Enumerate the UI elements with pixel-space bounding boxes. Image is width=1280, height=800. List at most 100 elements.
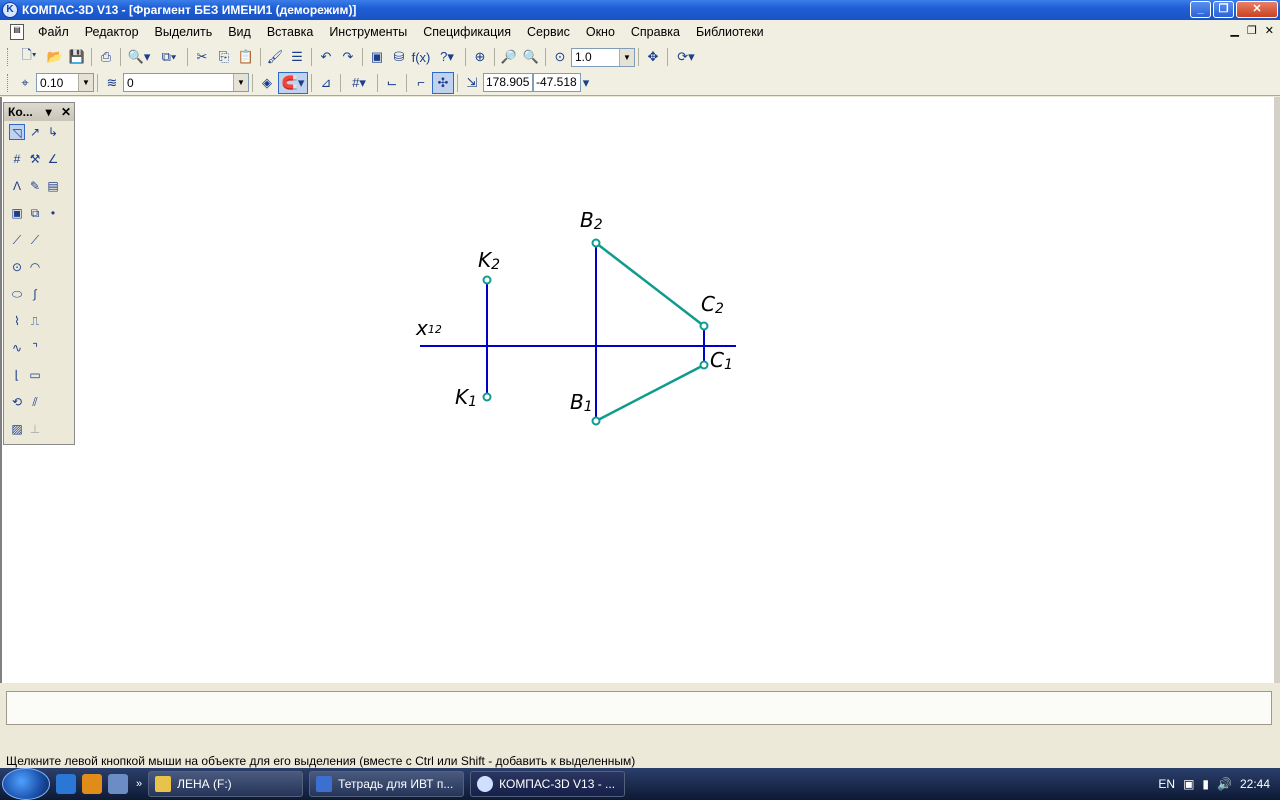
editing-icon[interactable]: #	[9, 151, 25, 167]
variables-icon[interactable]: f(x)	[410, 46, 432, 68]
equidistant-tool-icon[interactable]: ⟲	[9, 394, 25, 410]
chevron-down-icon[interactable]: ▼	[619, 48, 634, 66]
volume-icon[interactable]: 🔊	[1217, 777, 1232, 791]
zoom-out-icon[interactable]: 🔍	[520, 46, 542, 68]
coord-x-field[interactable]: 178.905	[483, 73, 533, 92]
copy-icon[interactable]: ⎘	[213, 46, 235, 68]
language-indicator[interactable]: EN	[1158, 777, 1175, 791]
paste-icon[interactable]: 📋	[235, 46, 257, 68]
menu-libraries[interactable]: Библиотеки	[688, 20, 772, 44]
menu-select[interactable]: Выделить	[147, 20, 221, 44]
parametrization-icon[interactable]: ⚒	[27, 151, 43, 167]
maximize-button[interactable]: ❐	[1213, 1, 1234, 18]
view-icon[interactable]: ▣	[9, 205, 25, 221]
select-icon[interactable]: Λ	[9, 178, 25, 194]
notation-icon[interactable]: ↳	[45, 124, 61, 140]
report-icon[interactable]: ▤	[45, 178, 61, 194]
library-manager-icon[interactable]: ⛁	[388, 46, 410, 68]
spec-icon[interactable]: ✎	[27, 178, 43, 194]
ortho-icon[interactable]: ⊿	[315, 72, 337, 94]
menu-help[interactable]: Справка	[623, 20, 688, 44]
fillet-tool-icon[interactable]: ⌊	[9, 367, 25, 383]
doc-minimize-icon[interactable]: ▁	[1230, 24, 1238, 37]
pan-icon[interactable]: ✥	[642, 46, 664, 68]
format-brush-icon[interactable]: 🖌	[264, 46, 286, 68]
chevron-down-icon[interactable]: ▼	[78, 74, 93, 91]
spline-tool-icon[interactable]: ∫	[27, 286, 43, 302]
close-icon[interactable]: ✕	[61, 105, 71, 119]
toolbar-grip[interactable]	[7, 73, 11, 92]
segment-tool-icon[interactable]: ⟋	[9, 232, 25, 248]
battery-icon[interactable]: ▮	[1202, 777, 1209, 791]
hatch-tool-icon[interactable]: ⫽	[27, 394, 43, 410]
doc-restore-icon[interactable]: ❐	[1247, 24, 1257, 37]
task-word[interactable]: Тетрадь для ИВТ п...	[309, 771, 465, 797]
fill-tool-icon[interactable]: ▨	[9, 421, 25, 437]
orthogonal-mode-icon[interactable]: ⌐	[410, 72, 432, 94]
print-preview-icon[interactable]: 🔍▾	[124, 46, 154, 68]
start-button[interactable]	[2, 768, 50, 800]
polyline-tool-icon[interactable]: ⌇	[9, 313, 25, 329]
ellipse-tool-icon[interactable]: ⬭	[9, 286, 25, 302]
zoom-scale-icon[interactable]: ⊙	[549, 46, 571, 68]
chevron-down-icon[interactable]: ▼	[233, 74, 248, 91]
media-player-icon[interactable]	[82, 774, 102, 794]
manager-icon[interactable]: ⧉▾	[154, 46, 184, 68]
auxiliary-line-icon[interactable]: ⟋	[27, 232, 43, 248]
coord-y-field[interactable]: -47.518	[533, 73, 581, 92]
document-icon[interactable]: ▤	[10, 24, 24, 40]
contour-tool-icon[interactable]: ⎍	[27, 313, 43, 329]
undo-icon[interactable]: ↶	[315, 46, 337, 68]
redo-icon[interactable]: ↷	[337, 46, 359, 68]
measure-icon[interactable]: ∠	[45, 151, 61, 167]
open-folder-icon[interactable]: 📂	[44, 46, 66, 68]
cursor-step-icon[interactable]: ⌖	[14, 72, 36, 94]
geometry-icon[interactable]: ◹	[9, 124, 25, 140]
tree-icon[interactable]: ▣	[366, 46, 388, 68]
snap-magnet-icon[interactable]: 🧲▾	[278, 71, 308, 94]
print-icon[interactable]: ⎙	[95, 46, 117, 68]
toolbar-overflow-icon[interactable]: ▾	[581, 72, 591, 94]
drawing-canvas[interactable]: x12 K2 K1 B2 B1 C2 C1	[0, 97, 1280, 683]
grid-icon[interactable]: #▾	[344, 72, 374, 94]
menu-file[interactable]: Файл	[30, 20, 77, 44]
network-icon[interactable]: ▣	[1183, 777, 1194, 791]
close-button[interactable]: ✕	[1236, 1, 1278, 18]
zoom-combo[interactable]: 1.0 ▼	[571, 47, 635, 67]
help-pointer-icon[interactable]: ?▾	[432, 46, 462, 68]
clock[interactable]: 22:44	[1240, 777, 1270, 791]
style-icon[interactable]: ◈	[256, 72, 278, 94]
chevron-right-icon[interactable]: »	[136, 778, 142, 790]
menu-service[interactable]: Сервис	[519, 20, 578, 44]
menu-specification[interactable]: Спецификация	[415, 20, 519, 44]
layers-icon[interactable]: ≋	[101, 72, 123, 94]
step-combo[interactable]: 0.10 ▼	[36, 73, 94, 92]
zoom-in-icon[interactable]: 🔎	[498, 46, 520, 68]
property-bar[interactable]	[6, 691, 1272, 725]
panel-header[interactable]: Ко... ▾ ✕	[4, 103, 74, 121]
minimize-button[interactable]: _	[1190, 1, 1211, 18]
properties-icon[interactable]: ☰	[286, 46, 308, 68]
desktop-icon[interactable]	[108, 774, 128, 794]
toolbar-grip[interactable]	[7, 48, 11, 66]
fragment-icon[interactable]: ⧉	[27, 205, 43, 221]
save-icon[interactable]: 💾	[66, 46, 88, 68]
arc-tool-icon[interactable]: ◠	[27, 259, 43, 275]
chamfer-tool-icon[interactable]: ⌝	[27, 340, 43, 356]
curve-tool-icon[interactable]: ∿	[9, 340, 25, 356]
task-kompas[interactable]: КОМПАС-3D V13 - ...	[470, 771, 626, 797]
menu-window[interactable]: Окно	[578, 20, 623, 44]
zoom-window-icon[interactable]: ⊕	[469, 46, 491, 68]
cut-icon[interactable]: ✂	[191, 46, 213, 68]
local-cs-icon[interactable]: ⌙	[381, 72, 403, 94]
chevron-down-icon[interactable]: ▾	[46, 105, 52, 119]
point-tool-icon[interactable]: •	[45, 205, 61, 221]
new-file-icon[interactable]: 🗋▾	[14, 46, 44, 68]
task-folder[interactable]: ЛЕНА (F:)	[148, 771, 304, 797]
snaps-icon[interactable]: ✣	[432, 71, 454, 94]
refresh-icon[interactable]: ⟳▾	[671, 46, 701, 68]
layer-combo[interactable]: 0 ▼	[123, 73, 249, 92]
menu-tools[interactable]: Инструменты	[321, 20, 415, 44]
doc-close-icon[interactable]: ✕	[1265, 24, 1274, 37]
menu-editor[interactable]: Редактор	[77, 20, 147, 44]
